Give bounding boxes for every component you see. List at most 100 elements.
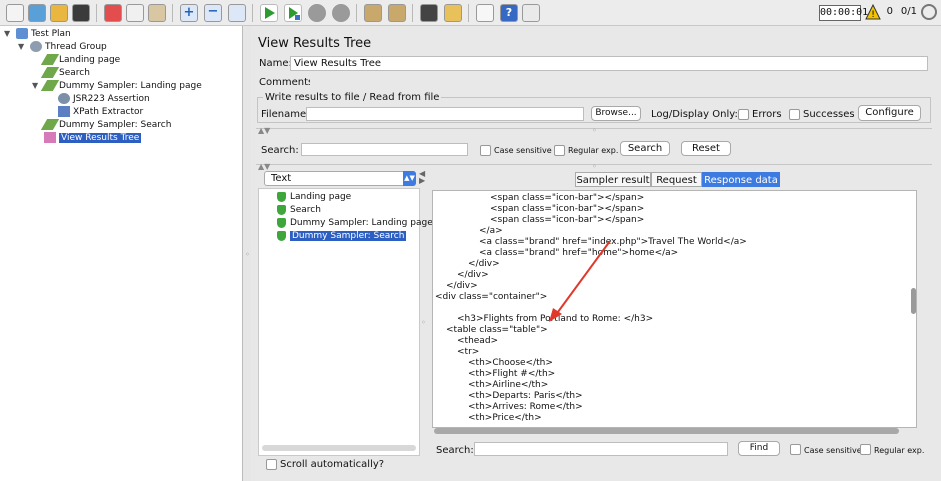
code-line: </div> [457, 270, 489, 280]
new-icon[interactable] [6, 4, 24, 22]
splitter-grip-icon[interactable]: ◦ [592, 126, 597, 135]
reset-button[interactable]: Reset [681, 141, 731, 156]
search-label: Search: [261, 145, 299, 156]
clear-icon[interactable] [364, 4, 382, 22]
splitter-grip-icon[interactable]: ◦ [421, 318, 426, 327]
active-threads: 0/1 [900, 6, 917, 17]
case-sensitive-checkbox[interactable] [480, 145, 491, 156]
search-button[interactable]: Search [620, 141, 670, 156]
browse-button[interactable]: Browse... [591, 106, 641, 121]
save-icon[interactable] [72, 4, 90, 22]
sampler-icon [40, 54, 60, 65]
name-field[interactable]: View Results Tree [290, 56, 928, 71]
tab-request[interactable]: Request [651, 172, 702, 187]
success-shield-icon [277, 217, 286, 228]
response-case-sensitive-checkbox[interactable] [790, 444, 801, 455]
tree-item-test-plan[interactable]: Test Plan [16, 28, 71, 41]
code-line: <th>Choose</th> [468, 358, 553, 368]
sampler-icon [40, 80, 60, 91]
splitter-grip-icon[interactable]: ◦ [592, 162, 597, 171]
code-line: <div class="container"> [435, 292, 548, 302]
regular-exp-checkbox[interactable] [554, 145, 565, 156]
open-icon[interactable] [50, 4, 68, 22]
clear-all-icon[interactable] [388, 4, 406, 22]
toggle-icon[interactable] [228, 4, 246, 22]
collapse-icon[interactable]: − [204, 4, 222, 22]
code-line: <th>Airline</th> [468, 380, 549, 390]
comments-label: Comments: [259, 77, 317, 88]
errors-checkbox[interactable] [738, 109, 749, 120]
paste-icon[interactable] [148, 4, 166, 22]
code-line: <th>Flight #</th> [468, 369, 556, 379]
name-label: Name: [259, 58, 292, 69]
scroll-automatically-label: Scroll automatically? [280, 459, 385, 470]
tree-item-view-results-tree[interactable]: View Results Tree [44, 132, 142, 145]
expand-triangle-icon[interactable]: ▼ [32, 81, 38, 90]
remote-icon[interactable] [522, 4, 540, 22]
code-line: <th>Departs: Paris</th> [468, 391, 583, 401]
function-helper-icon[interactable] [476, 4, 494, 22]
successes-checkbox[interactable] [789, 109, 800, 120]
tree-item-xpath-extractor[interactable]: XPath Extractor [58, 106, 143, 119]
code-line: </a> [479, 226, 503, 236]
reset-search-icon[interactable] [444, 4, 462, 22]
response-search-label: Search: [436, 445, 474, 456]
search-binoculars-icon[interactable] [420, 4, 438, 22]
help-icon[interactable]: ? [500, 4, 518, 22]
configure-button[interactable]: Configure [858, 105, 921, 121]
tab-sampler-result[interactable]: Sampler result [575, 172, 651, 187]
vertical-scrollbar[interactable] [911, 288, 916, 314]
stop-icon[interactable] [308, 4, 326, 22]
response-text-area[interactable]: <span class="icon-bar"></span> <span cla… [432, 190, 917, 428]
response-regular-exp-checkbox[interactable] [860, 444, 871, 455]
list-item[interactable]: Search [277, 204, 321, 217]
tree-item-thread-group[interactable]: Thread Group [30, 41, 107, 54]
tree-item-landing-page[interactable]: Landing page [40, 54, 120, 67]
expand-triangle-icon[interactable]: ▼ [18, 42, 24, 51]
chevron-updown-icon[interactable]: ▲▼ [403, 171, 416, 186]
collapse-arrows-icon[interactable]: ▲▼ [258, 126, 270, 135]
response-search-input[interactable] [474, 442, 728, 456]
extractor-icon [58, 106, 70, 117]
shutdown-icon[interactable] [332, 4, 350, 22]
cut-icon[interactable] [104, 4, 122, 22]
scroll-automatically-checkbox[interactable] [266, 459, 277, 470]
tab-response-data[interactable]: Response data [702, 172, 780, 187]
tree-item-dummy-search[interactable]: Dummy Sampler: Search [40, 119, 171, 132]
renderer-select[interactable]: Text [264, 171, 416, 186]
search-input[interactable] [301, 143, 468, 156]
regular-exp-label: Regular exp. [568, 146, 619, 155]
start-no-pauses-icon[interactable] [284, 4, 302, 22]
copy-icon[interactable] [126, 4, 144, 22]
success-shield-icon [277, 191, 286, 202]
tree-item-search[interactable]: Search [40, 67, 90, 80]
list-horizontal-scrollbar[interactable] [262, 445, 416, 451]
success-shield-icon [277, 204, 286, 215]
filename-input[interactable] [306, 107, 584, 121]
expand-triangle-icon[interactable]: ▼ [4, 29, 10, 38]
page-title: View Results Tree [258, 36, 372, 51]
expand-icon[interactable]: + [180, 4, 198, 22]
sampler-icon [40, 67, 60, 78]
list-item[interactable]: Landing page [277, 191, 351, 204]
successes-label: Successes [803, 109, 855, 120]
find-button[interactable]: Find [738, 441, 780, 456]
code-line: </div> [468, 259, 500, 269]
code-line: <span class="icon-bar"></span> [490, 193, 645, 203]
annotation-arrow [549, 240, 611, 322]
comments-field[interactable] [310, 75, 928, 88]
tree-item-dummy-landing[interactable]: Dummy Sampler: Landing page [40, 80, 202, 93]
start-icon[interactable] [260, 4, 278, 22]
templates-icon[interactable] [28, 4, 46, 22]
collapse-arrows-icon[interactable]: ▲▼ [258, 162, 270, 171]
tree-item-jsr223-assertion[interactable]: JSR223 Assertion [58, 93, 150, 106]
splitter-arrows-icon[interactable]: ◀ ▶ [419, 170, 425, 185]
errors-label: Errors [752, 109, 782, 120]
horizontal-scrollbar[interactable] [434, 428, 899, 434]
svg-text:!: ! [871, 10, 875, 20]
list-item[interactable]: Dummy Sampler: Search [277, 230, 407, 243]
splitter-grip-icon[interactable]: ◦ [245, 250, 250, 259]
globe-icon[interactable] [921, 4, 937, 20]
write-results-legend: Write results to file / Read from file [263, 92, 442, 103]
list-item[interactable]: Dummy Sampler: Landing page [277, 217, 433, 230]
